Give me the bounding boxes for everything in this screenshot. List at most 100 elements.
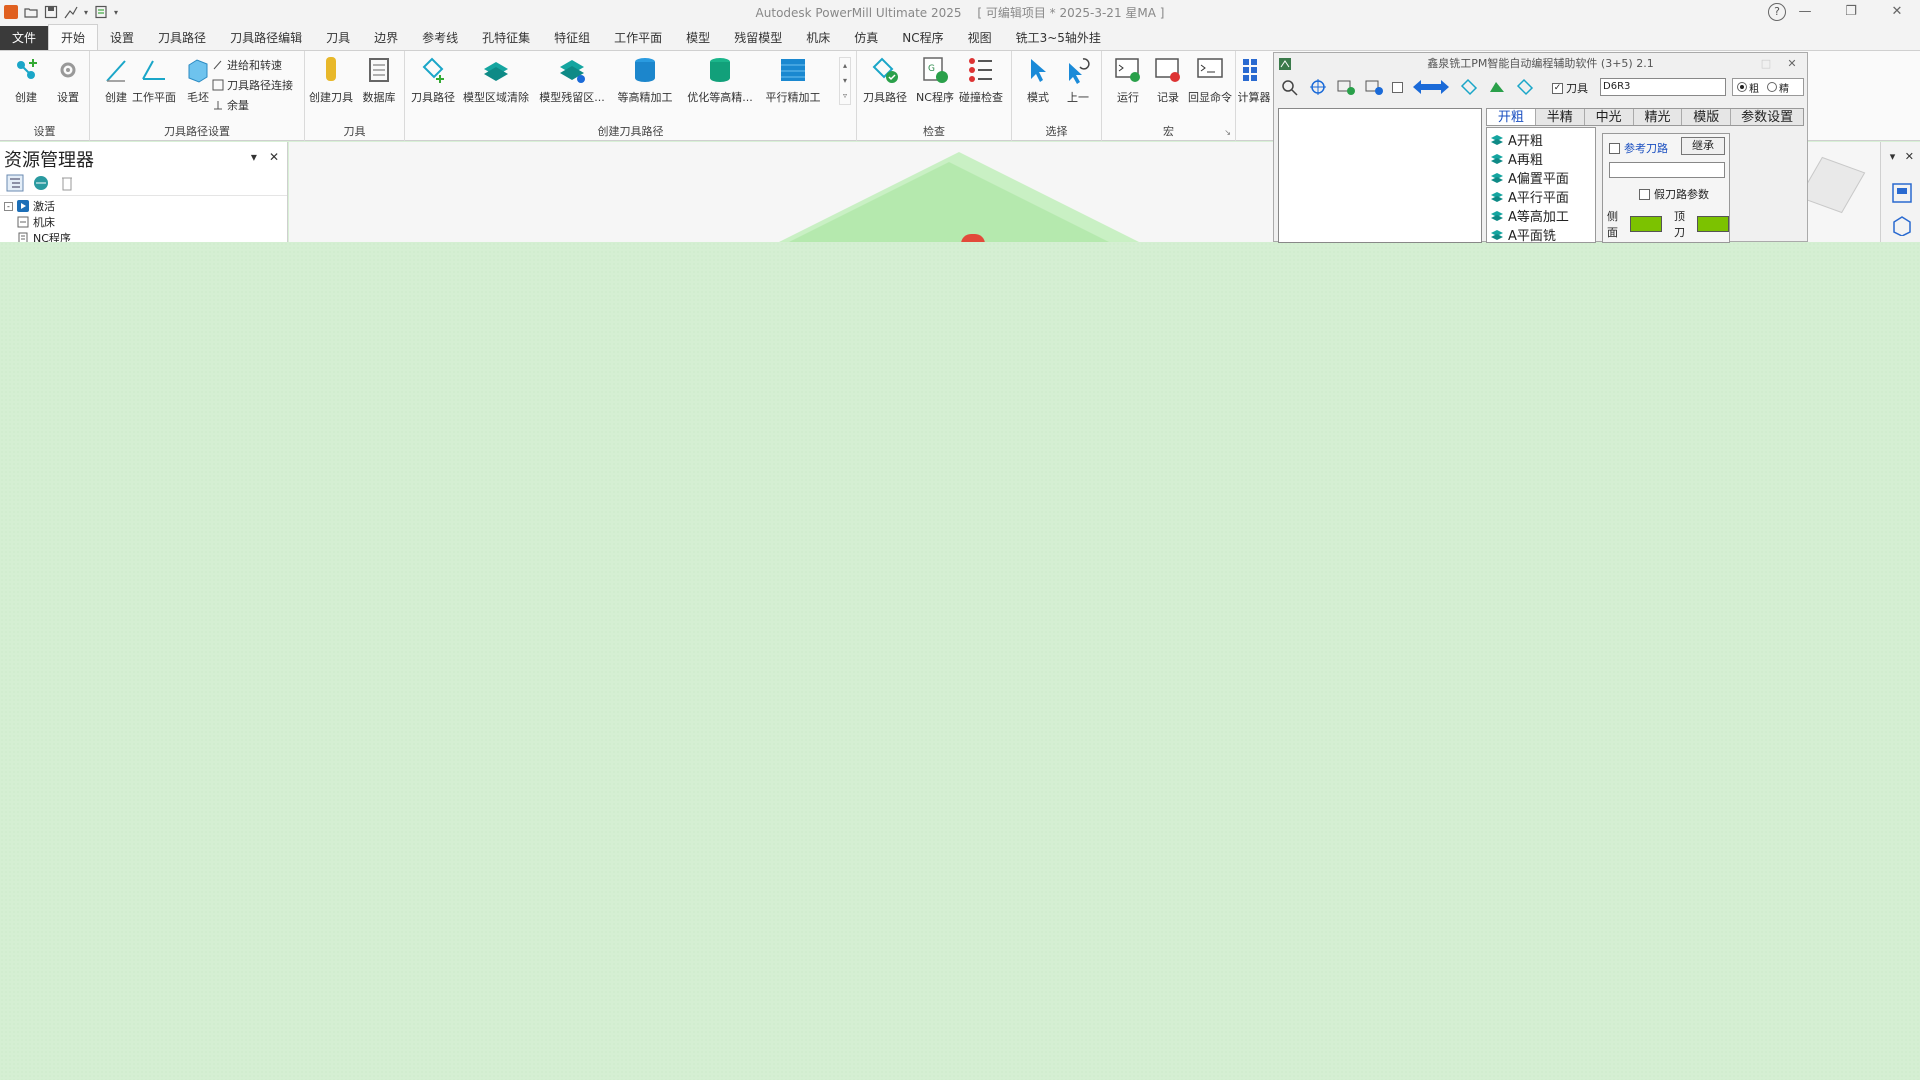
macro-record-button[interactable]: 记录 [1144,55,1192,105]
nc-verify-button[interactable]: G NC程序 [911,55,959,105]
tab-workplane[interactable]: 工作平面 [602,26,674,50]
trash-icon[interactable] [58,174,76,192]
dialog-restore-button[interactable]: □ [1755,53,1777,75]
toolpath-verify-button[interactable]: 刀具路径 [861,55,909,105]
tab-nc-program[interactable]: NC程序 [890,26,955,50]
setup-button[interactable]: 设置 [44,55,92,105]
group-launcher-icon[interactable]: ↘ [1224,128,1231,137]
constant-z-button[interactable]: 等高精加工 [613,55,677,105]
list-item[interactable]: A再粗 [1487,149,1595,168]
tree-item-active[interactable]: - 激活 [4,198,283,214]
explorer-pin-button[interactable]: ▾ [251,150,257,164]
create-button[interactable]: 创建 [2,55,50,105]
list-item[interactable]: A偏置平面 [1487,168,1595,187]
echo-command-button[interactable]: 回显命令 [1186,55,1234,105]
radio-finish-dot[interactable] [1767,82,1777,92]
tree-collapse-icon[interactable]: - [4,201,13,211]
list-item[interactable]: A等高加工 [1487,206,1595,225]
fake-params-checkbox[interactable] [1639,188,1650,200]
toolpath-tool-icon[interactable] [1459,78,1479,96]
tab-home[interactable]: 开始 [48,24,99,50]
model-rest-button[interactable]: 模型残留区... [537,55,607,105]
dialog-close-button[interactable]: ✕ [1781,53,1803,75]
open-icon[interactable] [24,5,38,19]
view-tools-icon[interactable] [1891,182,1913,204]
tree-item-machine[interactable]: 机床 [4,214,283,230]
tab-stock-model[interactable]: 残留模型 [722,26,794,50]
tab-boundary[interactable]: 边界 [362,26,410,50]
tab-semi-finish[interactable]: 半精 [1536,109,1585,125]
dropdown-chevron-icon[interactable]: ▾ [84,8,88,17]
tab-setup[interactable]: 设置 [98,26,146,50]
list-item[interactable]: A平行平面 [1487,187,1595,206]
tab-toolpath-edit[interactable]: 刀具路径编辑 [218,26,314,50]
app-logo-icon[interactable] [4,5,18,19]
tab-toolpath[interactable]: 刀具路径 [146,26,218,50]
tool-toggle[interactable]: ✓ 刀具 [1552,80,1588,96]
add-window-icon[interactable] [1336,78,1356,96]
raster-button[interactable]: 平行精加工 [761,55,825,105]
model-area-clear-button[interactable]: 模型区域清除 [461,55,531,105]
explorer-close-button[interactable]: ✕ [269,150,279,164]
allowance-button[interactable]: 余量 [212,97,249,113]
shading-icon[interactable] [1891,214,1913,236]
toolpath-connect-button[interactable]: 刀具路径连接 [212,77,293,93]
close-button[interactable]: ✕ [1874,0,1920,24]
right-panel-close-button[interactable]: ✕ [1905,150,1914,163]
restore-button[interactable]: ❐ [1828,0,1874,24]
tab-param-settings[interactable]: 参数设置 [1731,109,1803,125]
ref-toolpath-checkbox[interactable] [1609,142,1620,154]
window-settings-icon[interactable] [1364,78,1384,96]
toolpath-list-box[interactable] [1278,108,1482,243]
tab-model[interactable]: 模型 [674,26,722,50]
model-tool-icon[interactable] [1487,78,1507,96]
ref-toolpath-toggle[interactable]: 参考刀路 [1609,140,1668,156]
view-cube-icon[interactable] [1798,156,1866,214]
target-icon[interactable] [1308,78,1328,96]
tab-rough[interactable]: 开粗 [1487,109,1536,125]
radio-rough[interactable]: 粗 [1737,80,1759,95]
create-tool-button[interactable]: 创建刀具 [307,55,355,105]
radio-rough-dot[interactable] [1737,82,1747,92]
right-panel-pin-button[interactable]: ▾ [1890,150,1896,163]
tab-pattern[interactable]: 参考线 [410,26,470,50]
top-color-swatch[interactable] [1696,216,1729,232]
toolpath-alt-icon[interactable] [1515,78,1535,96]
collision-button[interactable]: 碰撞检查 [957,55,1005,105]
script-icon[interactable] [94,5,108,19]
double-arrow-icon[interactable] [1411,78,1451,96]
save-icon[interactable] [44,5,58,19]
workspace-area[interactable] [0,242,1920,1080]
tab-hole-feature[interactable]: 孔特征集 [470,26,542,50]
globe-icon[interactable] [32,174,50,192]
minimize-button[interactable]: — [1782,0,1828,24]
tab-simulation[interactable]: 仿真 [842,26,890,50]
tab-machine[interactable]: 机床 [794,26,842,50]
toolbar-checkbox[interactable] [1392,81,1403,93]
calculator-button[interactable]: 计算器 [1236,55,1272,105]
tree-view-icon[interactable] [6,174,24,192]
tool-name-input[interactable]: D6R3 [1600,78,1726,96]
chart-icon[interactable] [64,5,78,19]
fake-params-toggle[interactable]: 假刀路参数 [1639,186,1709,202]
inherit-button[interactable]: 继承 [1681,137,1725,155]
undo-select-button[interactable]: 上一 [1054,55,1102,105]
tab-medium-finish[interactable]: 中光 [1585,109,1634,125]
workplane-button[interactable]: 工作平面 [130,55,178,105]
toolpath-button[interactable]: 刀具路径 [409,55,457,105]
zoom-icon[interactable] [1280,78,1300,96]
list-item[interactable]: A开粗 [1487,130,1595,149]
customize-qat-icon[interactable]: ▾ [114,8,118,17]
tab-file[interactable]: 文件 [0,26,49,50]
database-button[interactable]: 数据库 [355,55,403,105]
tab-feature-group[interactable]: 特征组 [542,26,602,50]
leads-links-button[interactable]: 进给和转速 [212,57,282,73]
radio-finish[interactable]: 精 [1767,80,1789,95]
side-color-swatch[interactable] [1629,216,1662,232]
tab-template[interactable]: 模版 [1682,109,1732,125]
tab-plugin[interactable]: 铣工3~5轴外挂 [1004,26,1113,50]
tab-tool[interactable]: 刀具 [314,26,362,50]
tab-view[interactable]: 视图 [956,26,1004,50]
tool-checkbox[interactable]: ✓ [1552,82,1563,94]
optimized-z-button[interactable]: 优化等高精... [685,55,755,105]
